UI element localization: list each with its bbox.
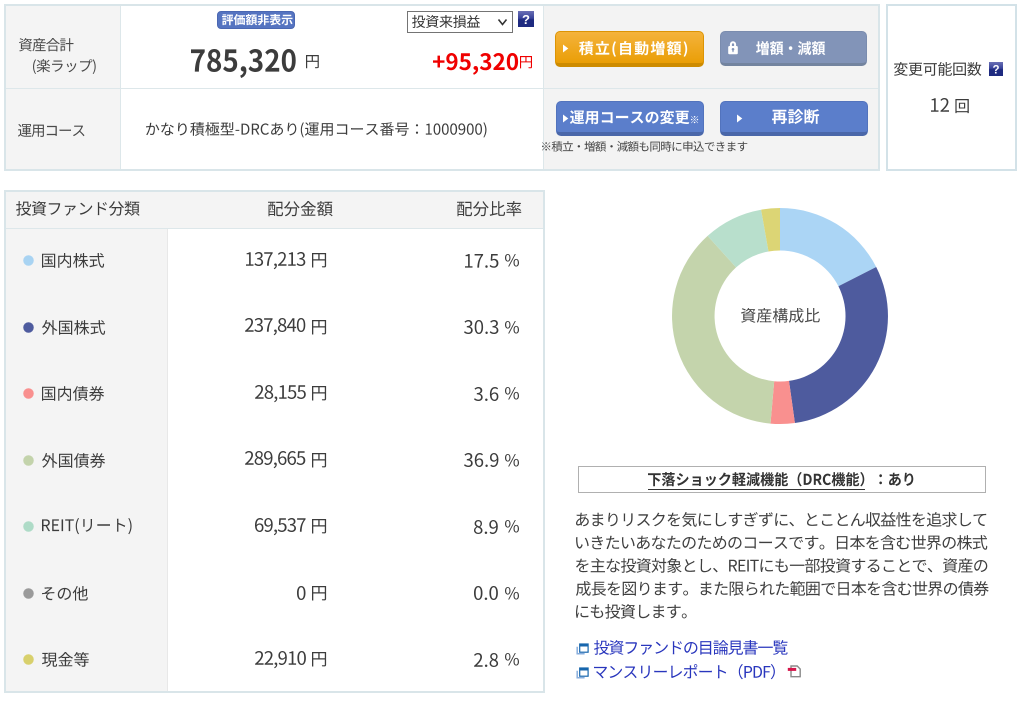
svg-text:?: ? — [992, 65, 999, 77]
svg-text:?: ? — [522, 12, 530, 27]
